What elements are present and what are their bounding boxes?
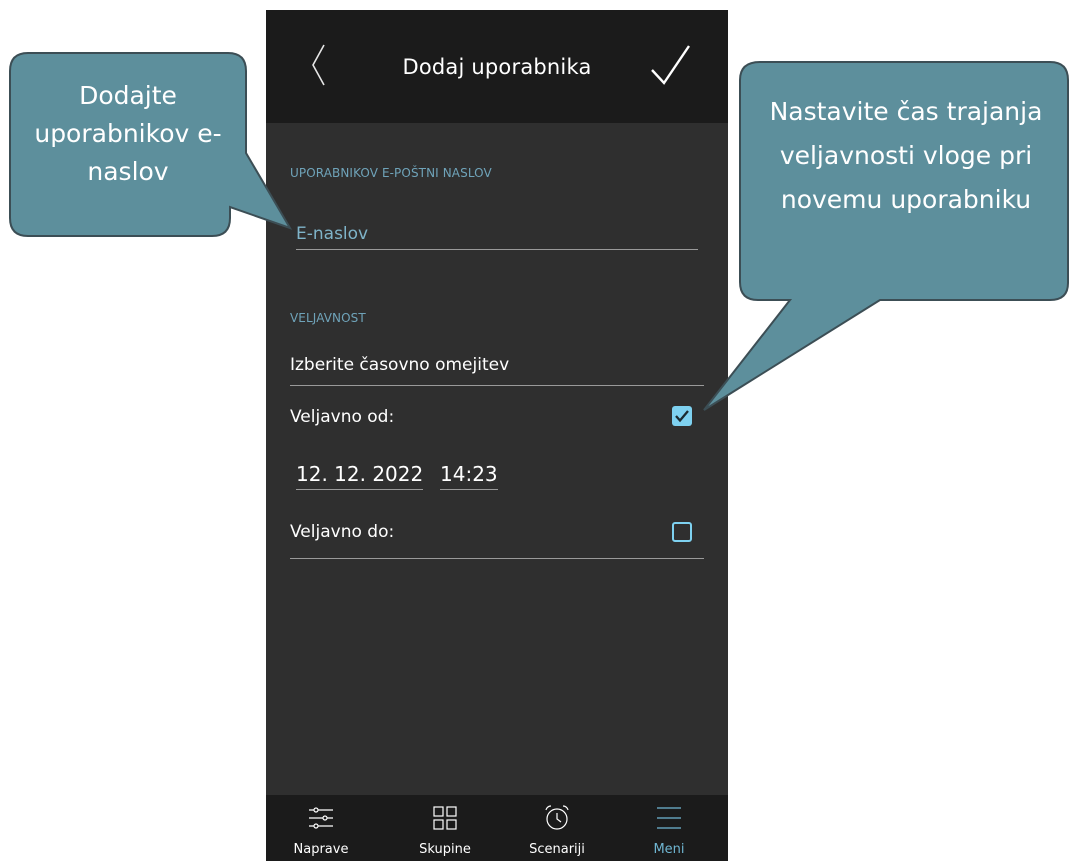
left-callout-text: Dodajte uporabnikov e-naslov: [34, 81, 222, 186]
right-callout-text: Nastavite čas trajanja veljavnosti vloge…: [769, 97, 1043, 214]
